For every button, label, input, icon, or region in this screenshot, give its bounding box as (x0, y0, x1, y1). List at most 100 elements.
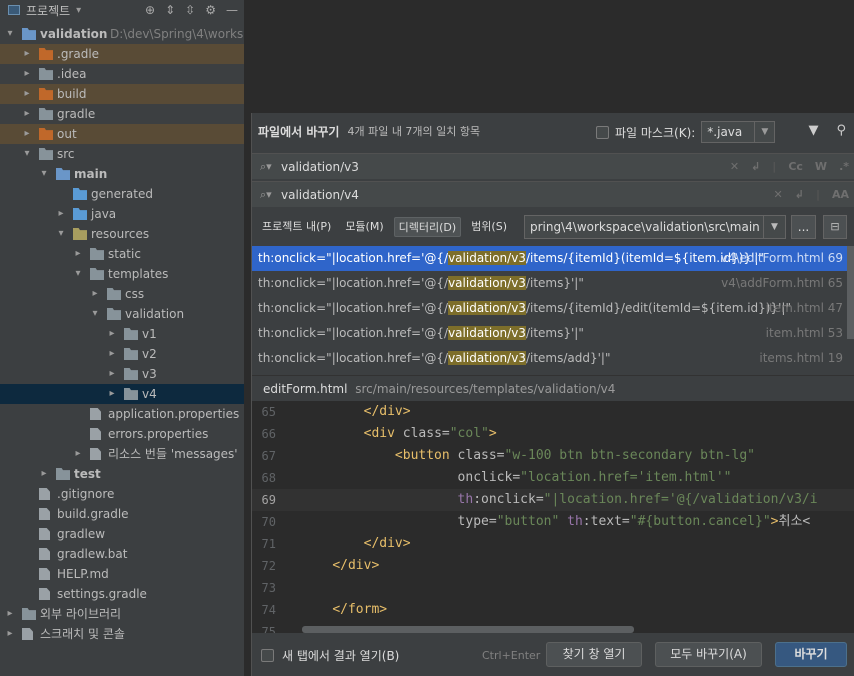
file-mask-checkbox[interactable] (596, 125, 609, 139)
replace-button[interactable]: 바꾸기 (775, 642, 847, 667)
result-prefix: th:onclick="|location.href='@{/ (258, 326, 449, 340)
tree-item[interactable]: ▸ .idea (0, 64, 244, 84)
code-preview[interactable]: 65 </div> 66 <div class="col"> 67 <button … (252, 401, 854, 633)
regex-icon[interactable]: .* (839, 160, 849, 173)
chevron-down-icon[interactable]: ▼ (754, 122, 774, 142)
tree-item[interactable]: ▸ test (0, 464, 244, 484)
chevron-right-icon[interactable]: ▸ (21, 124, 33, 144)
preview-scrollbar[interactable] (302, 626, 634, 633)
chevron-right-icon[interactable]: ▸ (72, 444, 84, 464)
clear-icon[interactable]: ✕ (774, 188, 783, 201)
tree-item[interactable]: ▸ java (0, 204, 244, 224)
file-mask-combo[interactable]: *.java ▼ (701, 121, 776, 143)
results-scrollbar[interactable] (847, 246, 854, 339)
tree-item[interactable]: ▸ .gradle (0, 44, 244, 64)
tree-item[interactable]: ▸ css (0, 284, 244, 304)
tree-item[interactable]: gradlew.bat (0, 544, 244, 564)
replace-input[interactable]: validation/v4 (281, 188, 359, 202)
tree-item[interactable]: ▸ v4 (0, 384, 244, 404)
chevron-down-icon[interactable]: ▾ (4, 24, 16, 44)
result-row[interactable]: th:onclick="|location.href='@{/validatio… (252, 346, 847, 371)
result-row[interactable]: th:onclick="|location.href='@{/validatio… (252, 321, 847, 346)
tree-item[interactable]: ▸ 외부 라이브러리 (0, 604, 244, 624)
tree-item[interactable]: ▸ 리소스 번들 'messages' (0, 444, 244, 464)
tree-item[interactable]: ▸ gradle (0, 104, 244, 124)
tree-item[interactable]: ▸ 스크래치 및 콘솔 (0, 624, 244, 644)
expand-all-icon[interactable]: ⇕ (165, 3, 175, 17)
tree-item[interactable]: ▸ v2 (0, 344, 244, 364)
tree-item[interactable]: ▸ v3 (0, 364, 244, 384)
collapse-all-icon[interactable]: ⇳ (185, 3, 195, 17)
chevron-right-icon[interactable]: ▸ (106, 324, 118, 344)
result-row[interactable]: th:onclick="|location.href='@{/validatio… (252, 246, 847, 271)
new-tab-checkbox[interactable] (261, 649, 274, 662)
tree-item[interactable]: ▾ templates (0, 264, 244, 284)
scope-custom[interactable]: 범위(S) (467, 217, 511, 237)
tree-item[interactable]: ▸ build (0, 84, 244, 104)
newline-icon[interactable]: ↲ (795, 188, 804, 201)
replace-field[interactable]: ⌕▾ validation/v4 ✕ ↲ | AA (252, 181, 854, 207)
tree-item[interactable]: ▾ src (0, 144, 244, 164)
find-field[interactable]: ⌕▾ validation/v3 ✕ ↲ | Cc W .* (252, 153, 854, 179)
locate-icon[interactable]: ⊕ (145, 3, 155, 17)
chevron-down-icon[interactable]: ▾ (76, 5, 81, 16)
gear-icon[interactable]: ⚙ (205, 3, 216, 17)
result-row[interactable]: th:onclick="|location.href='@{/validatio… (252, 296, 847, 321)
chevron-right-icon[interactable]: ▸ (72, 244, 84, 264)
project-panel-title[interactable]: 프로젝트 (26, 2, 70, 19)
find-input[interactable]: validation/v3 (281, 160, 359, 174)
open-find-window-button[interactable]: 찾기 창 열기 (546, 642, 642, 667)
whole-words-icon[interactable]: W (815, 160, 827, 173)
tree-item[interactable]: gradlew (0, 524, 244, 544)
replace-all-button[interactable]: 모두 바꾸기(A) (655, 642, 762, 667)
tree-item[interactable]: .gitignore (0, 484, 244, 504)
chevron-right-icon[interactable]: ▸ (106, 364, 118, 384)
chevron-right-icon[interactable]: ▸ (4, 604, 16, 624)
search-icon[interactable]: ⌕▾ (260, 160, 272, 174)
chevron-down-icon[interactable]: ▾ (38, 164, 50, 184)
scope-directory[interactable]: 디렉터리(D) (393, 217, 462, 237)
browse-button[interactable]: ... (791, 215, 816, 239)
tree-item[interactable]: ▸ static (0, 244, 244, 264)
tree-item[interactable]: application.properties (0, 404, 244, 424)
chevron-down-icon[interactable]: ▾ (21, 144, 33, 164)
chevron-right-icon[interactable]: ▸ (106, 344, 118, 364)
chevron-right-icon[interactable]: ▸ (21, 104, 33, 124)
search-icon[interactable]: ⌕▾ (260, 188, 272, 202)
chevron-down-icon[interactable]: ▾ (89, 304, 101, 324)
pin-icon[interactable]: ⚲ (836, 123, 846, 138)
directory-combo[interactable]: pring\4\workspace\validation\src\main ▼ (524, 215, 786, 239)
match-case-icon[interactable]: Cc (788, 160, 803, 173)
chevron-right-icon[interactable]: ▸ (89, 284, 101, 304)
result-row[interactable]: th:onclick="|location.href='@{/validatio… (252, 271, 847, 296)
tree-item[interactable]: ▾ main (0, 164, 244, 184)
chevron-down-icon[interactable]: ▾ (55, 224, 67, 244)
tree-item[interactable]: ▾ resources (0, 224, 244, 244)
scope-module[interactable]: 모듈(M) (341, 217, 387, 237)
chevron-right-icon[interactable]: ▸ (21, 44, 33, 64)
tree-item[interactable]: ▸ v1 (0, 324, 244, 344)
chevron-right-icon[interactable]: ▸ (38, 464, 50, 484)
tree-item[interactable]: HELP.md (0, 564, 244, 584)
chevron-right-icon[interactable]: ▸ (21, 84, 33, 104)
chevron-down-icon[interactable]: ▼ (763, 216, 785, 238)
tree-item[interactable]: settings.gradle (0, 584, 244, 604)
recursive-icon[interactable]: ⊟ (823, 215, 847, 239)
tree-item[interactable]: generated (0, 184, 244, 204)
chevron-right-icon[interactable]: ▸ (4, 624, 16, 644)
chevron-right-icon[interactable]: ▸ (21, 64, 33, 84)
filter-icon[interactable]: ▼ (808, 123, 818, 138)
tree-item[interactable]: ▸ out (0, 124, 244, 144)
tree-item[interactable]: ▾ validationD:\dev\Spring\4\workspac (0, 24, 244, 44)
preserve-case-icon[interactable]: AA (832, 188, 849, 201)
chevron-down-icon[interactable]: ▾ (72, 264, 84, 284)
scope-project[interactable]: 프로젝트 내(P) (258, 217, 335, 237)
clear-icon[interactable]: ✕ (730, 160, 739, 173)
chevron-right-icon[interactable]: ▸ (106, 384, 118, 404)
tree-item[interactable]: ▾ validation (0, 304, 244, 324)
newline-icon[interactable]: ↲ (751, 160, 760, 173)
tree-item[interactable]: build.gradle (0, 504, 244, 524)
tree-item[interactable]: errors.properties (0, 424, 244, 444)
chevron-right-icon[interactable]: ▸ (55, 204, 67, 224)
minimize-icon[interactable]: — (226, 3, 238, 17)
